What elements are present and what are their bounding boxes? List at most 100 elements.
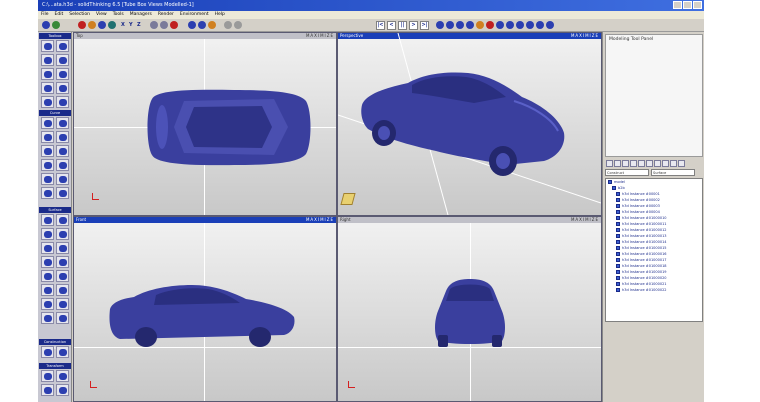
- arc-tool-icon[interactable]: [41, 131, 54, 143]
- sphere-tool-icon[interactable]: [41, 40, 54, 52]
- tree-show-icon[interactable]: [646, 160, 653, 167]
- hide-icon[interactable]: [546, 21, 554, 29]
- ungroup-icon[interactable]: [526, 21, 534, 29]
- viewport-top[interactable]: Top MAXIMIZE: [74, 33, 336, 215]
- car-perspective-view[interactable]: [338, 33, 601, 215]
- step-back-button[interactable]: <: [387, 21, 396, 30]
- light-icon[interactable]: [98, 21, 106, 29]
- tree-collapse-icon[interactable]: [670, 160, 677, 167]
- polyline-tool-icon[interactable]: [56, 117, 69, 129]
- blend-tool-icon[interactable]: [41, 256, 54, 268]
- axis-x-button[interactable]: X: [121, 22, 125, 28]
- line-tool-icon[interactable]: [41, 117, 54, 129]
- cut-tool-icon[interactable]: [41, 298, 54, 310]
- render-icon[interactable]: [78, 21, 86, 29]
- tree-expand-icon[interactable]: [662, 160, 669, 167]
- maximize-button[interactable]: [683, 1, 692, 9]
- array-surface-tool-icon[interactable]: [56, 312, 69, 324]
- lock-icon[interactable]: [536, 21, 544, 29]
- torus-tool-icon[interactable]: [41, 68, 54, 80]
- rotate-tool-icon[interactable]: [56, 370, 69, 382]
- toolbox-section-transform[interactable]: Transform: [39, 363, 71, 369]
- scale-icon[interactable]: [466, 21, 474, 29]
- mirror-surface-tool-icon[interactable]: [41, 312, 54, 324]
- menu-tools[interactable]: Tools: [113, 11, 124, 19]
- rectangle-tool-icon[interactable]: [41, 145, 54, 157]
- surface-select[interactable]: Surface: [651, 169, 695, 176]
- helix-tool-icon[interactable]: [56, 159, 69, 171]
- tree-hide-icon[interactable]: [638, 160, 645, 167]
- ellipse-tool-icon[interactable]: [56, 145, 69, 157]
- translate-tool-icon[interactable]: [41, 370, 54, 382]
- tree-group-icon[interactable]: [622, 160, 629, 167]
- view-icon[interactable]: [198, 21, 206, 29]
- camera-tool-icon[interactable]: [41, 96, 54, 108]
- help-icon[interactable]: [234, 21, 242, 29]
- cplane-tool-icon[interactable]: [41, 346, 54, 358]
- scale-tool-icon[interactable]: [41, 384, 54, 396]
- deform-tool-icon[interactable]: [56, 298, 69, 310]
- group-icon[interactable]: [516, 21, 524, 29]
- grid-icon[interactable]: [188, 21, 196, 29]
- mirror-icon[interactable]: [476, 21, 484, 29]
- menu-view[interactable]: View: [96, 11, 107, 19]
- new-file-icon[interactable]: [42, 21, 50, 29]
- axis-y-button[interactable]: Y: [129, 22, 133, 28]
- construct-select[interactable]: Construct: [605, 169, 649, 176]
- align-icon[interactable]: [496, 21, 504, 29]
- extend-tool-icon[interactable]: [56, 187, 69, 199]
- pan-icon[interactable]: [160, 21, 168, 29]
- shell-tool-icon[interactable]: [56, 256, 69, 268]
- cplane-align-tool-icon[interactable]: [56, 346, 69, 358]
- tree-add-icon[interactable]: [606, 160, 613, 167]
- sweep-tool-icon[interactable]: [56, 228, 69, 240]
- revolve-tool-icon[interactable]: [56, 214, 69, 226]
- car-rear-view[interactable]: [338, 217, 601, 401]
- text-tool-icon[interactable]: [41, 82, 54, 94]
- delete-icon[interactable]: [486, 21, 494, 29]
- axis-z-button[interactable]: Z: [137, 22, 141, 28]
- tree-filter-icon[interactable]: [654, 160, 661, 167]
- settings-icon[interactable]: [224, 21, 232, 29]
- tree-delete-icon[interactable]: [614, 160, 621, 167]
- menu-managers[interactable]: Managers: [130, 11, 152, 19]
- rewind-button[interactable]: |<: [376, 21, 385, 30]
- menu-selection[interactable]: Selection: [69, 11, 90, 19]
- null-tool-icon[interactable]: [56, 96, 69, 108]
- cylinder-tool-icon[interactable]: [41, 54, 54, 66]
- menu-environment[interactable]: Environment: [180, 11, 209, 19]
- snap-icon[interactable]: [170, 21, 178, 29]
- skin-tool-icon[interactable]: [41, 242, 54, 254]
- trim-tool-icon[interactable]: [41, 187, 54, 199]
- loft-tool-icon[interactable]: [41, 228, 54, 240]
- play-button[interactable]: >: [409, 21, 418, 30]
- menu-render[interactable]: Render: [158, 11, 174, 19]
- fillet-tool-icon[interactable]: [56, 270, 69, 282]
- toolbox-section-toolbox[interactable]: Toolbox: [39, 33, 71, 39]
- toolbox-section-construction-plane[interactable]: Construction Plane: [39, 339, 71, 350]
- array-icon[interactable]: [506, 21, 514, 29]
- close-button[interactable]: [693, 1, 702, 9]
- light-tool-icon[interactable]: [56, 82, 69, 94]
- shading-icon[interactable]: [208, 21, 216, 29]
- viewport-perspective[interactable]: Perspective MAXIMIZE: [338, 33, 601, 215]
- open-file-icon[interactable]: [52, 21, 60, 29]
- chamfer-tool-icon[interactable]: [41, 284, 54, 296]
- menu-edit[interactable]: Edit: [55, 11, 64, 19]
- cone-tool-icon[interactable]: [56, 54, 69, 66]
- material-icon[interactable]: [88, 21, 96, 29]
- pause-button[interactable]: ||: [398, 21, 407, 30]
- zoom-icon[interactable]: [150, 21, 158, 29]
- plane-tool-icon[interactable]: [56, 68, 69, 80]
- move-icon[interactable]: [446, 21, 454, 29]
- boolean-tool-icon[interactable]: [41, 270, 54, 282]
- rotate-icon[interactable]: [456, 21, 464, 29]
- toolbox-section-curve[interactable]: Curve: [39, 110, 71, 116]
- car-top-view[interactable]: [74, 33, 336, 215]
- car-side-view[interactable]: [74, 217, 336, 401]
- box-tool-icon[interactable]: [56, 40, 69, 52]
- shear-tool-icon[interactable]: [56, 384, 69, 396]
- spline-tool-icon[interactable]: [41, 159, 54, 171]
- tree-item[interactable]: h3d Instance #01000022: [606, 287, 702, 293]
- tree-settings-icon[interactable]: [678, 160, 685, 167]
